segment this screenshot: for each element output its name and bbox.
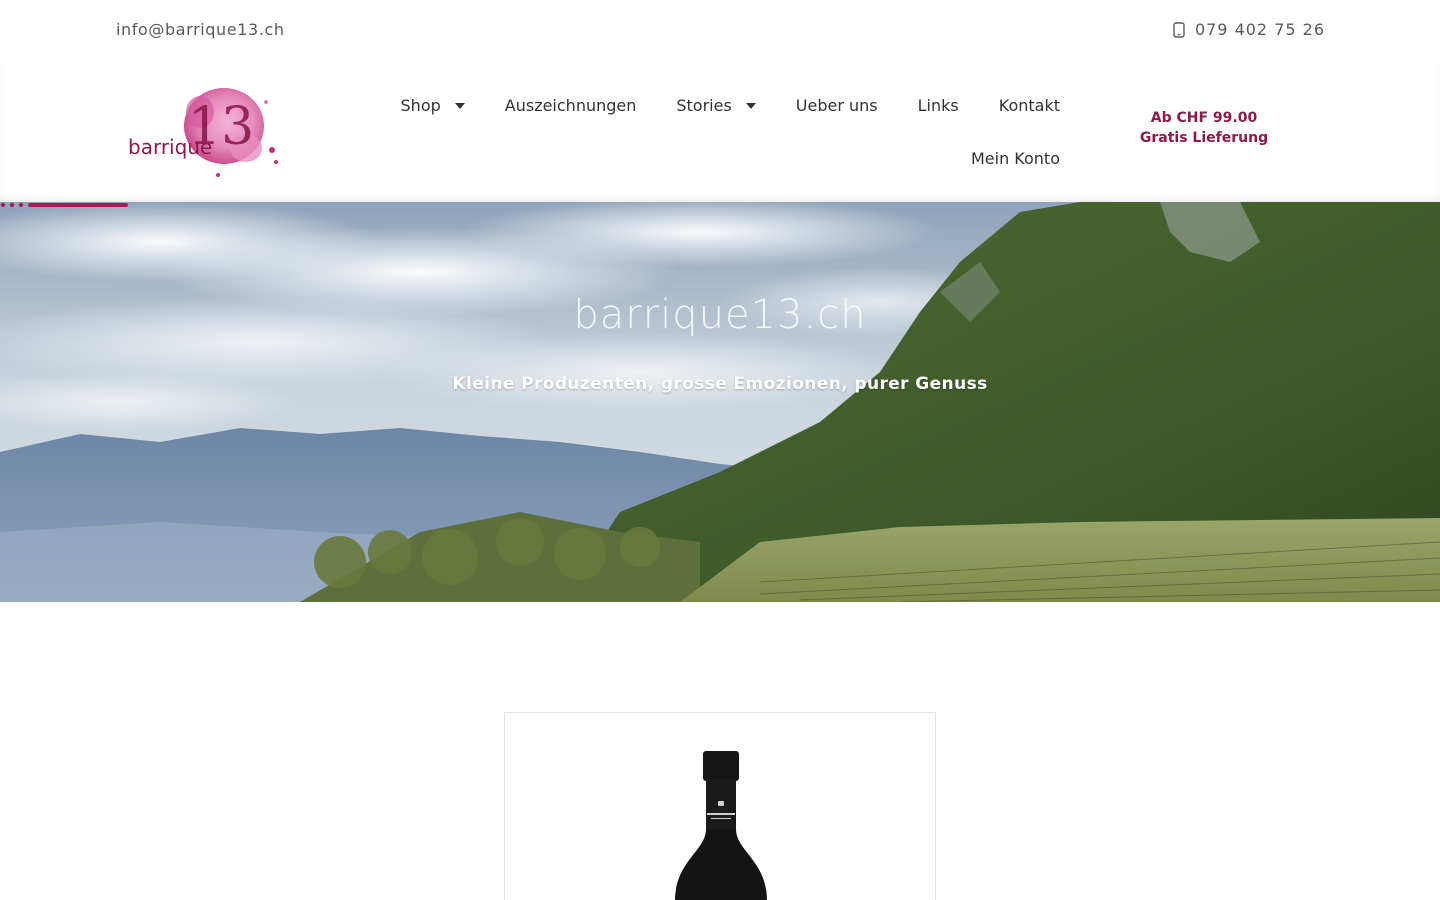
nav-item-label: Links	[917, 96, 959, 115]
nav-item-label: Stories	[676, 96, 732, 115]
chevron-down-icon	[745, 102, 756, 109]
promo-line-2: Gratis Lieferung	[1139, 130, 1269, 146]
nav-item-label: Kontakt	[998, 96, 1060, 115]
vineyard-landscape-image	[0, 202, 1440, 602]
nav-item-kontakt[interactable]: Kontakt	[979, 90, 1080, 121]
nav-item-label: Auszeichnungen	[504, 96, 637, 115]
nav-item-shop[interactable]: Shop	[381, 90, 485, 121]
top-contact-bar: info@barrique13.ch 079 402 75 26	[0, 0, 1440, 62]
nav-item-label: Shop	[400, 96, 441, 115]
wine-bottle-image	[675, 751, 767, 900]
nav-row-secondary: Mein Konto	[360, 143, 1080, 174]
free-delivery-promo: Ab CHF 99.00 Gratis Lieferung	[1118, 108, 1290, 148]
phone-link[interactable]: 079 402 75 26	[1173, 20, 1325, 39]
hero-subtitle: Kleine Produzenten, grosse Emozionen, pu…	[452, 374, 988, 394]
nav-item-links[interactable]: Links	[898, 90, 979, 121]
hero-title: barrique13.ch	[573, 292, 867, 338]
title-divider	[0, 202, 128, 208]
nav-row-primary: Shop Auszeichnungen Stories Ueber uns Li…	[360, 90, 1080, 121]
promo-line-1: Ab CHF 99.00	[1150, 110, 1258, 126]
nav-item-stories[interactable]: Stories	[656, 90, 775, 121]
product-card[interactable]	[504, 712, 936, 900]
nav-item-ueber-uns[interactable]: Ueber uns	[776, 90, 898, 121]
nav-item-auszeichnungen[interactable]: Auszeichnungen	[485, 90, 657, 121]
phone-icon	[1173, 21, 1185, 38]
site-header: 13 barrique Shop Auszeichnungen Stories …	[0, 62, 1440, 202]
nav-item-mein-konto[interactable]: Mein Konto	[951, 143, 1080, 174]
hero-banner: barrique13.ch Kleine Produzenten, grosse…	[0, 202, 1440, 602]
site-logo[interactable]: 13 barrique	[126, 82, 286, 182]
logo-text: barrique	[128, 135, 212, 159]
nav-item-label: Ueber uns	[795, 96, 878, 115]
chevron-down-icon	[454, 102, 465, 109]
main-navigation: Shop Auszeichnungen Stories Ueber uns Li…	[360, 90, 1080, 174]
nav-item-label: Mein Konto	[970, 149, 1060, 168]
phone-number: 079 402 75 26	[1194, 20, 1325, 39]
email-link[interactable]: info@barrique13.ch	[116, 20, 285, 39]
